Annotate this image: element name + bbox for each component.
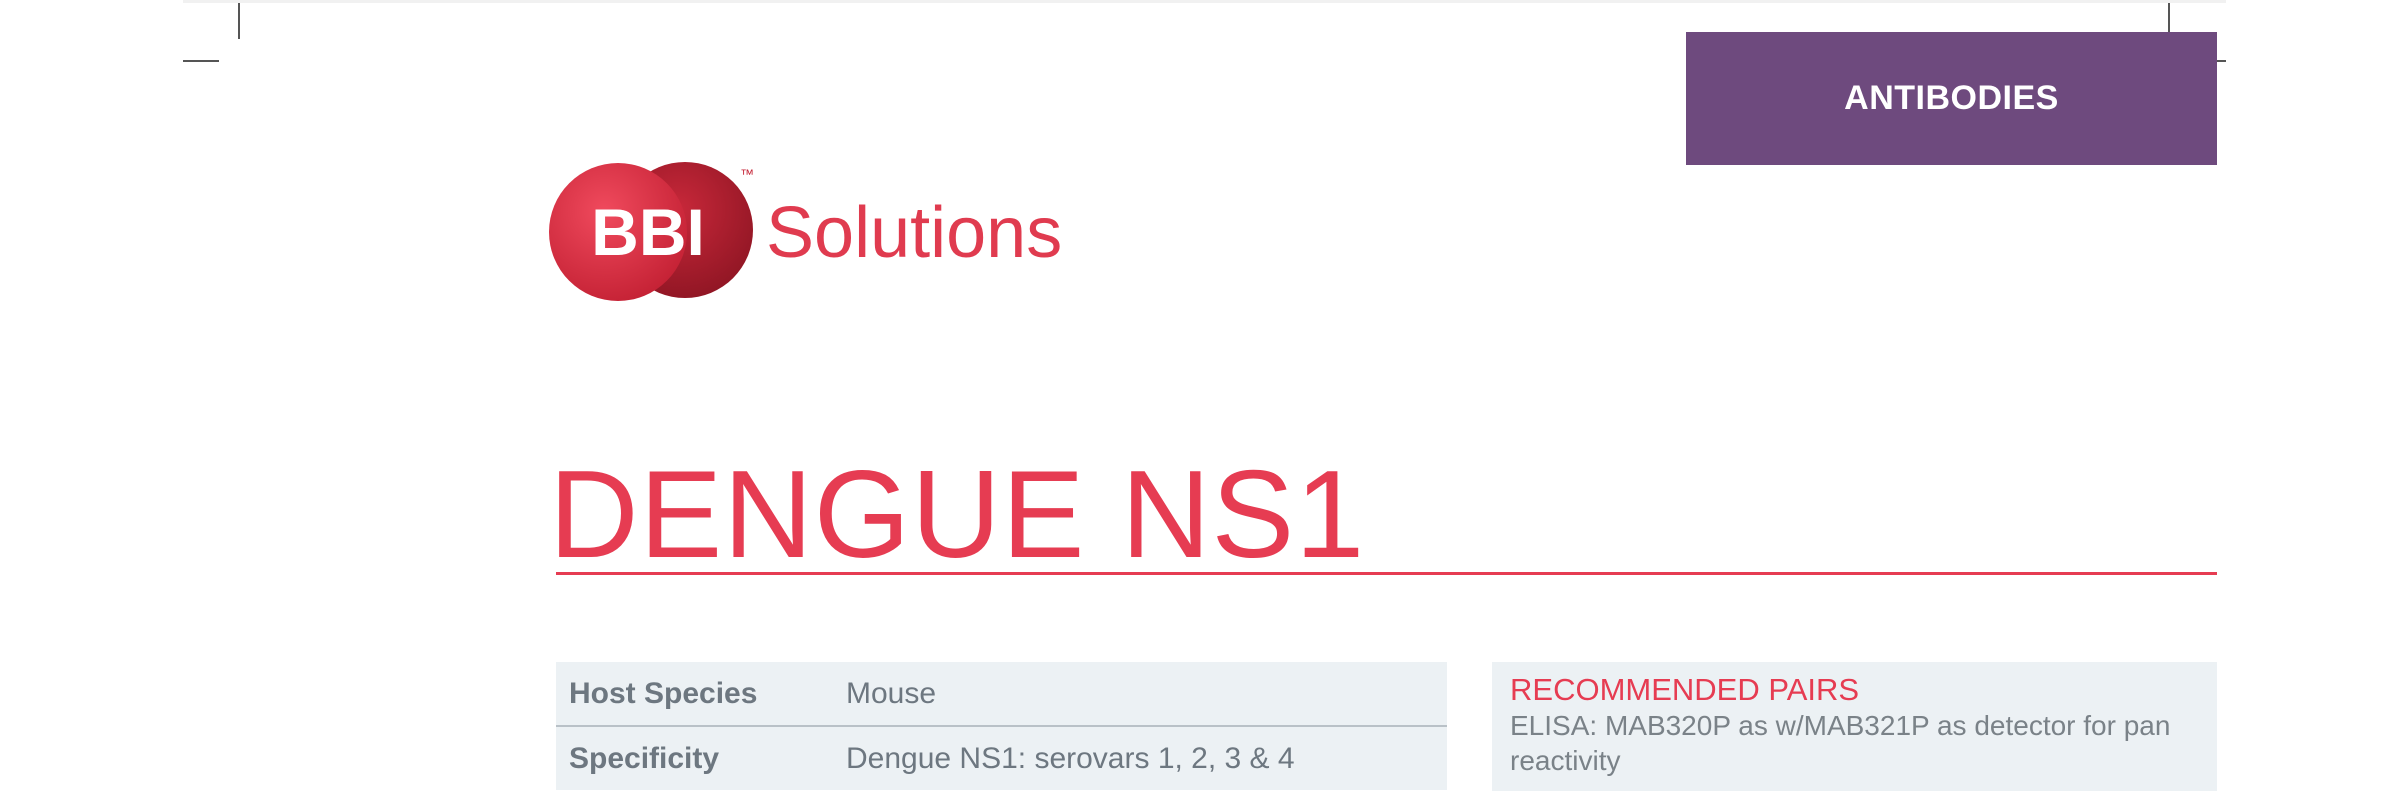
spec-label: Host Species <box>569 676 758 710</box>
spec-value: Dengue NS1: serovars 1, 2, 3 & 4 <box>846 741 1295 775</box>
specification-table: Host Species Mouse Specificity Dengue NS… <box>556 662 1447 790</box>
spec-value: Mouse <box>846 676 937 710</box>
bbi-solutions-logo: BBI ™ Solutions <box>548 159 1103 301</box>
trademark-symbol: ™ <box>740 166 754 182</box>
logo-mark-text: BBI <box>591 195 705 269</box>
title-divider <box>556 572 2217 575</box>
recommended-pairs-text: ELISA: MAB320P as w/MAB321P as detector … <box>1510 710 2171 776</box>
category-label: ANTIBODIES <box>1844 79 2059 117</box>
recommended-pairs-heading: RECOMMENDED PAIRS <box>1510 672 1860 707</box>
table-row: Host Species Mouse <box>556 662 1447 725</box>
spec-label: Specificity <box>569 741 720 775</box>
product-title: DENGUE NS1 <box>549 446 1366 585</box>
category-banner: ANTIBODIES <box>1686 32 2217 165</box>
datasheet-page: ANTIBODIES BBI ™ Solutions DENGUE NS1 Ho… <box>183 0 2226 803</box>
crop-mark <box>238 3 240 39</box>
logo-wordmark: Solutions <box>766 193 1062 273</box>
table-row: Specificity Dengue NS1: serovars 1, 2, 3… <box>556 725 1447 790</box>
crop-mark <box>183 60 219 62</box>
recommended-pairs-panel: RECOMMENDED PAIRS ELISA: MAB320P as w/MA… <box>1492 662 2217 791</box>
